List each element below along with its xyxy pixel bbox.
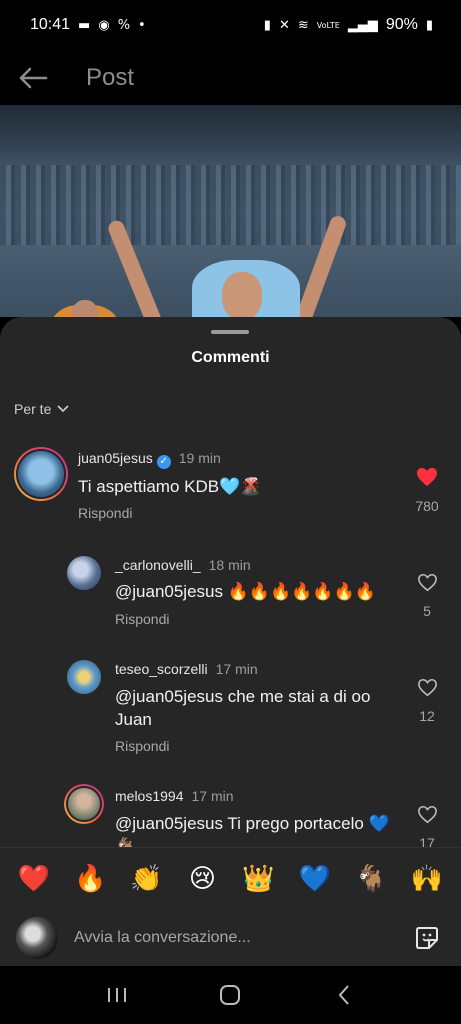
like-count: 17 (419, 835, 435, 847)
emoji-heart[interactable]: ❤️ (12, 864, 56, 894)
sort-dropdown[interactable]: Per te (14, 401, 70, 417)
page-title: Post (86, 63, 135, 91)
comments-sheet: Commenti Per te juan05jesus ✓ 19 min Ti as… (0, 317, 461, 847)
like-button[interactable]: 5 (407, 573, 447, 619)
player-head (222, 272, 262, 317)
top-bar: Post (0, 50, 461, 105)
current-user-avatar (16, 916, 58, 959)
emoji-reaction-bar: ❤️ 🔥 👏 😢 👑 💙 🐐 🙌 (0, 847, 461, 909)
emoji-clap[interactable]: 👏 (124, 864, 168, 894)
heart-outline-icon (417, 573, 437, 592)
comment-header: juan05jesus ✓ 19 min (78, 450, 221, 469)
heart-outline-icon (417, 805, 437, 824)
status-bar: 10:41 ▬ ◉ % • ▮ ✕ ≋ VoLTE ▂▄▆ 90% ▮ (0, 0, 461, 50)
emoji-goat[interactable]: 🐐 (349, 864, 393, 894)
emoji-crown[interactable]: 👑 (237, 864, 281, 894)
battery-saver-icon: ▮ (263, 17, 271, 33)
heart-outline-icon (417, 678, 437, 697)
comment-time: 17 min (191, 788, 234, 804)
percent-icon: % (117, 17, 131, 33)
comment-username[interactable]: teseo_scorzelli (115, 661, 208, 677)
status-right: ▮ ✕ ≋ VoLTE ▂▄▆ 90% ▮ (264, 16, 433, 34)
chevron-down-icon (57, 405, 69, 413)
folder-icon: ▬ (78, 17, 91, 33)
home-icon (220, 985, 241, 1005)
comment-text: @juan05jesus Ti prego portacelo 💙🐐 (115, 814, 390, 847)
emoji-crying[interactable]: 😢 (180, 864, 224, 894)
sort-label: Per te (14, 401, 52, 417)
home-button[interactable] (210, 975, 250, 1015)
crowd (0, 165, 461, 245)
comment-header: teseo_scorzelli 17 min (115, 661, 258, 677)
player-orange-head (72, 300, 98, 317)
comment-username[interactable]: juan05jesus (78, 450, 153, 466)
drag-handle[interactable] (211, 330, 249, 334)
reply-button[interactable]: Rispondi (115, 611, 169, 627)
avatar[interactable] (67, 660, 101, 694)
mute-icon: ✕ (278, 17, 290, 33)
like-count: 5 (423, 603, 431, 619)
comment-header: melos1994 17 min (115, 788, 234, 804)
comment-header: _carlonovelli_ 18 min (115, 557, 251, 573)
recents-icon (107, 988, 126, 1002)
volte-label: VoLTE (316, 20, 340, 30)
sheet-title: Commenti (191, 349, 270, 366)
back-button[interactable] (16, 61, 50, 95)
like-count: 12 (419, 708, 435, 724)
system-nav-bar (0, 966, 461, 1024)
reply-button[interactable]: Rispondi (78, 505, 132, 521)
battery-icon: ▮ (425, 17, 433, 33)
emoji-fire[interactable]: 🔥 (68, 864, 112, 894)
like-button[interactable]: 12 (407, 678, 447, 724)
like-button[interactable]: 17 (407, 805, 447, 847)
sticker-icon[interactable] (413, 924, 441, 952)
comment-text: @juan05jesus che me stai a di oo Juan (115, 687, 371, 729)
arrow-left-icon (19, 67, 48, 88)
comment-time: 19 min (178, 450, 221, 466)
comment-composer (0, 909, 461, 966)
emoji-blue-heart[interactable]: 💙 (293, 864, 337, 894)
heart-filled-icon (417, 467, 437, 487)
wifi-icon: ≋ (297, 17, 309, 33)
emoji-raised-hands[interactable]: 🙌 (405, 864, 449, 894)
avatar[interactable] (14, 447, 68, 501)
recents-button[interactable] (97, 975, 137, 1015)
reply-button[interactable]: Rispondi (115, 738, 169, 754)
back-nav-button[interactable] (324, 975, 364, 1015)
avatar[interactable] (64, 784, 104, 824)
comment-item (0, 317, 461, 318)
comment-text: @juan05jesus 🔥🔥🔥🔥🔥🔥🔥 (115, 582, 376, 601)
avatar[interactable] (67, 556, 101, 590)
messenger-icon: ◉ (98, 17, 110, 33)
comment-time: 17 min (215, 661, 258, 677)
like-count: 780 (415, 498, 439, 514)
dot-icon: • (138, 17, 146, 33)
battery-level: 90% (385, 16, 418, 33)
comment-input[interactable] (74, 928, 374, 947)
status-left: 10:41 ▬ ◉ % • (30, 16, 146, 34)
verified-icon: ✓ (156, 455, 171, 469)
comment-username[interactable]: melos1994 (115, 788, 184, 804)
comment-username[interactable]: _carlonovelli_ (115, 557, 201, 573)
comment-text: Ti aspettiamo KDB🩵🌋 (78, 477, 262, 496)
status-time: 10:41 (30, 16, 71, 33)
signal-icon: ▂▄▆ (347, 17, 378, 33)
post-image[interactable] (0, 105, 461, 317)
like-button[interactable]: 780 (407, 467, 447, 514)
comment-time: 18 min (208, 557, 251, 573)
back-chevron-icon (338, 985, 349, 1005)
